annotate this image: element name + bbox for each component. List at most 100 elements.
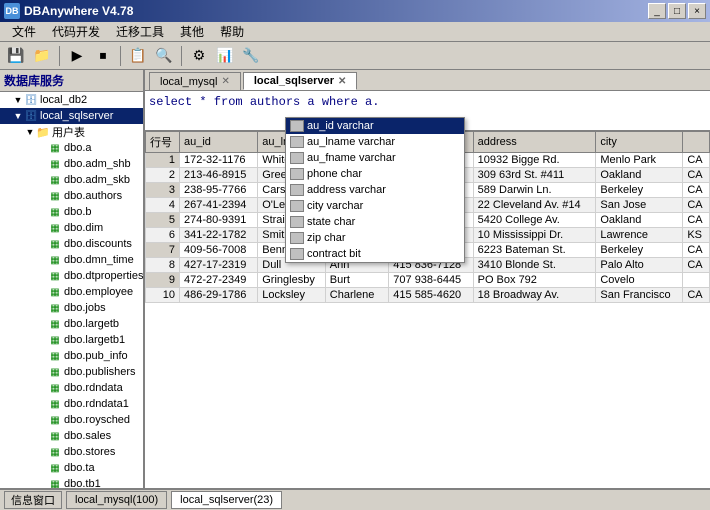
toolbar-btn-8[interactable]: 📊 (213, 45, 237, 67)
toolbar-btn-1[interactable]: 💾 (4, 45, 28, 67)
tree-item-dbo_b[interactable]: ▦dbo.b (0, 204, 143, 220)
tree-label-dbo_a: dbo.a (64, 142, 92, 154)
toolbar-btn-2[interactable]: 📁 (30, 45, 54, 67)
autocomplete-item[interactable]: state char (286, 214, 464, 230)
tree-label-dbo_employee: dbo.employee (64, 286, 133, 298)
tree-item-dbo_adm_shb[interactable]: ▦dbo.adm_shb (0, 156, 143, 172)
toolbar-run[interactable]: ▶ (65, 45, 89, 67)
ac-icon (290, 216, 304, 228)
cell-au_id: 486-29-1786 (179, 288, 257, 303)
tree-item-dbo_dmn_time[interactable]: ▦dbo.dmn_time (0, 252, 143, 268)
autocomplete-item[interactable]: city varchar (286, 198, 464, 214)
tree-item-dbo_stores[interactable]: ▦dbo.stores (0, 444, 143, 460)
tree-item-dbo_rdndata[interactable]: ▦dbo.rdndata (0, 380, 143, 396)
ac-icon (290, 232, 304, 244)
tree-item-dbo_employee[interactable]: ▦dbo.employee (0, 284, 143, 300)
menu-bar: 文件 代码开发 迁移工具 其他 帮助 (0, 22, 710, 42)
autocomplete-item[interactable]: contract bit (286, 246, 464, 262)
tree-item-usergroup[interactable]: ▼📁用户表 (0, 124, 143, 140)
table-icon: ▦ (48, 382, 62, 394)
toolbar-stop[interactable]: ⏹ (91, 45, 115, 67)
tree-label-dbo_authors: dbo.authors (64, 190, 122, 202)
toolbar-btn-7[interactable]: ⚙ (187, 45, 211, 67)
tab-local-mysql[interactable]: local_mysql ✕ (149, 72, 241, 90)
cell-state: CA (683, 213, 710, 228)
tree-label-dbo_pub_info: dbo.pub_info (64, 350, 128, 362)
minimize-button[interactable]: _ (648, 3, 666, 19)
toolbar-btn-9[interactable]: 🔧 (239, 45, 263, 67)
status-tab-sqlserver[interactable]: local_sqlserver(23) (171, 491, 282, 509)
tree-expand-sqlserver[interactable]: ▼ (12, 111, 24, 121)
cell-au_id: 409-56-7008 (179, 243, 257, 258)
maximize-button[interactable]: □ (668, 3, 686, 19)
tree-item-dbo_tb1[interactable]: ▦dbo.tb1 (0, 476, 143, 488)
tree-item-dbo_a[interactable]: ▦dbo.a (0, 140, 143, 156)
menu-other[interactable]: 其他 (172, 21, 212, 42)
tree-item-dbo_jobs[interactable]: ▦dbo.jobs (0, 300, 143, 316)
autocomplete-item[interactable]: phone char (286, 166, 464, 182)
tab-mysql-close[interactable]: ✕ (221, 76, 229, 87)
title-bar: DB DBAnywhere V4.78 _ □ × (0, 0, 710, 22)
tree-label-dbo_jobs: dbo.jobs (64, 302, 106, 314)
tree-item-dbo_largetb1[interactable]: ▦dbo.largetb1 (0, 332, 143, 348)
table-icon: ▦ (48, 334, 62, 346)
menu-code[interactable]: 代码开发 (44, 21, 108, 42)
tree-item-dbo_authors[interactable]: ▦dbo.authors (0, 188, 143, 204)
autocomplete-item[interactable]: au_id varchar (286, 118, 464, 134)
close-button[interactable]: × (688, 3, 706, 19)
cell-state: CA (683, 198, 710, 213)
table-icon: ▦ (48, 174, 62, 186)
menu-file[interactable]: 文件 (4, 21, 44, 42)
table-icon: ▦ (48, 238, 62, 250)
tree-expand-db2[interactable]: ▼ (12, 95, 24, 105)
tree-item-dbo_dim[interactable]: ▦dbo.dim (0, 220, 143, 236)
ac-icon (290, 152, 304, 164)
status-tab-mysql[interactable]: local_mysql(100) (66, 491, 167, 509)
query-area: au_id varcharau_lname varcharau_fname va… (145, 91, 710, 131)
menu-migrate[interactable]: 迁移工具 (108, 21, 172, 42)
ac-label: au_fname varchar (307, 152, 396, 164)
tree-item-dbo_adm_skb[interactable]: ▦dbo.adm_skb (0, 172, 143, 188)
ac-label: contract bit (307, 248, 361, 260)
table-icon: ▦ (48, 478, 62, 488)
table-row[interactable]: 9 472-27-2349 Gringlesby Burt 707 938-64… (146, 273, 710, 288)
ac-label: au_id varchar (307, 120, 374, 132)
cell-rownum: 3 (146, 183, 180, 198)
tab-sqlserver-close[interactable]: ✕ (338, 76, 346, 87)
tree-item-dbo_roysched[interactable]: ▦dbo.roysched (0, 412, 143, 428)
cell-rownum: 4 (146, 198, 180, 213)
tree-item-dbo_discounts[interactable]: ▦dbo.discounts (0, 236, 143, 252)
menu-help[interactable]: 帮助 (212, 21, 252, 42)
main-layout: 数据库服务 ▼🗄local_db2▼🗄local_sqlserver▼📁用户表▦… (0, 70, 710, 488)
tree-item-dbo_sales[interactable]: ▦dbo.sales (0, 428, 143, 444)
tree-item-dbo_dtproperties[interactable]: ▦dbo.dtproperties (0, 268, 143, 284)
autocomplete-item[interactable]: au_fname varchar (286, 150, 464, 166)
tree-item-dbo_rdndata1[interactable]: ▦dbo.rdndata1 (0, 396, 143, 412)
autocomplete-item[interactable]: au_lname varchar (286, 134, 464, 150)
toolbar-copy[interactable]: 📋 (126, 45, 150, 67)
window-controls[interactable]: _ □ × (648, 3, 706, 19)
tab-local-sqlserver[interactable]: local_sqlserver ✕ (243, 72, 358, 90)
table-icon: ▦ (48, 222, 62, 234)
tree-item-dbo_pub_info[interactable]: ▦dbo.pub_info (0, 348, 143, 364)
tree-label-usergroup: 用户表 (52, 124, 85, 140)
tree-header: 数据库服务 (0, 70, 143, 92)
tree-item-sqlserver[interactable]: ▼🗄local_sqlserver (0, 108, 143, 124)
autocomplete-item[interactable]: zip char (286, 230, 464, 246)
tab-mysql-label: local_mysql (160, 76, 217, 88)
toolbar-find[interactable]: 🔍 (152, 45, 176, 67)
cell-state (683, 273, 710, 288)
db-icon: 🗄 (24, 94, 38, 106)
tree-item-dbo_largetb[interactable]: ▦dbo.largetb (0, 316, 143, 332)
tree-item-dbo_ta[interactable]: ▦dbo.ta (0, 460, 143, 476)
tree-expand-usergroup[interactable]: ▼ (24, 127, 36, 137)
autocomplete-item[interactable]: address varchar (286, 182, 464, 198)
tree-item-dbo_publishers[interactable]: ▦dbo.publishers (0, 364, 143, 380)
cell-au_id: 472-27-2349 (179, 273, 257, 288)
table-icon: ▦ (48, 158, 62, 170)
ac-label: au_lname varchar (307, 136, 395, 148)
table-icon: ▦ (48, 190, 62, 202)
table-icon: ▦ (48, 398, 62, 410)
tree-item-db2[interactable]: ▼🗄local_db2 (0, 92, 143, 108)
table-row[interactable]: 10 486-29-1786 Locksley Charlene 415 585… (146, 288, 710, 303)
